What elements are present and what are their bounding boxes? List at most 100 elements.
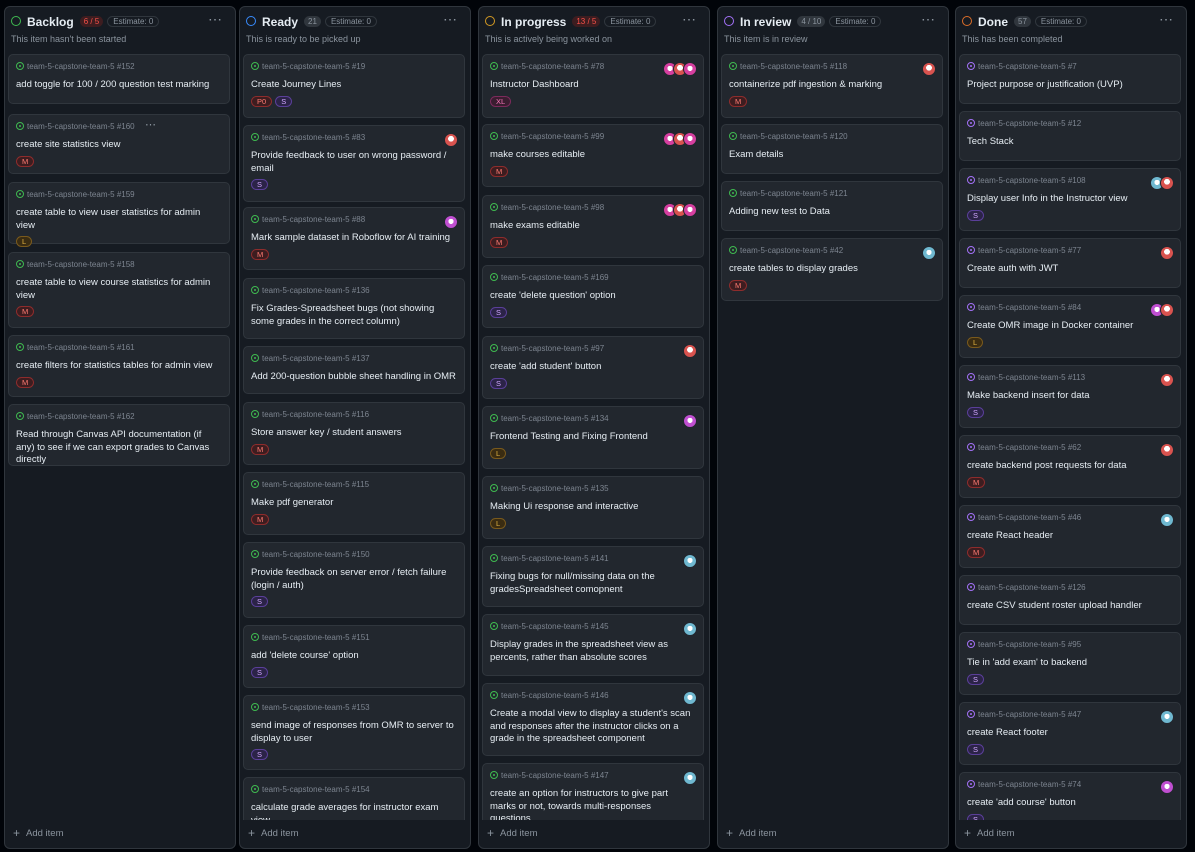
issue-reference[interactable]: team-5-capstone-team-5 #116 (251, 410, 369, 419)
issue-reference[interactable]: team-5-capstone-team-5 #77 (967, 246, 1081, 255)
issue-card[interactable]: team-5-capstone-team-5 #158 create table … (8, 252, 230, 328)
issue-title[interactable]: make courses editable (490, 149, 695, 162)
issue-reference[interactable]: team-5-capstone-team-5 #158 (16, 260, 135, 269)
avatar[interactable] (922, 62, 936, 76)
issue-card[interactable]: team-5-capstone-team-5 #159 create table … (8, 182, 230, 247)
column-options-icon[interactable]: ⋯ (1159, 11, 1174, 28)
label-m[interactable]: M (16, 155, 35, 167)
issue-card[interactable]: team-5-capstone-team-5 #147 create an opt… (482, 763, 704, 820)
issue-title[interactable]: Provide feedback on server error / fetch… (251, 567, 456, 592)
issue-card[interactable]: team-5-capstone-team-5 #88 Mark sample da… (243, 207, 465, 270)
issue-title[interactable]: Display user Info in the Instructor view (967, 193, 1172, 206)
issue-title[interactable]: Create a modal view to display a student… (490, 708, 695, 746)
issue-reference[interactable]: team-5-capstone-team-5 #98 (490, 203, 604, 212)
issue-card[interactable]: team-5-capstone-team-5 #99 make courses e… (482, 124, 704, 187)
issue-reference[interactable]: team-5-capstone-team-5 #19 (251, 62, 365, 71)
issue-card[interactable]: team-5-capstone-team-5 #151 add 'delete c… (243, 625, 465, 688)
avatar[interactable] (1160, 443, 1174, 457)
issue-title[interactable]: Provide feedback to user on wrong passwo… (251, 150, 456, 175)
column-options-icon[interactable]: ⋯ (443, 11, 458, 28)
label-m[interactable]: M (490, 236, 509, 248)
issue-card[interactable]: team-5-capstone-team-5 #115 Make pdf gene… (243, 472, 465, 535)
avatar[interactable] (683, 414, 697, 428)
label-m[interactable]: M (967, 546, 986, 558)
label-m[interactable]: M (967, 476, 986, 488)
issue-title[interactable]: add 'delete course' option (251, 650, 456, 663)
issue-card[interactable]: team-5-capstone-team-5 #121 Adding new te… (721, 181, 943, 231)
label-s[interactable]: S (251, 749, 269, 760)
issue-title[interactable]: Store answer key / student answers (251, 427, 456, 440)
issue-card[interactable]: team-5-capstone-team-5 #154 calculate gra… (243, 777, 465, 820)
issue-card[interactable]: team-5-capstone-team-5 #136 Fix Grades-Sp… (243, 278, 465, 339)
add-item-button[interactable]: + Add item (248, 826, 299, 840)
issue-reference[interactable]: team-5-capstone-team-5 #150 (251, 550, 370, 559)
avatar[interactable] (444, 215, 458, 229)
issue-title[interactable]: create filters for statistics tables for… (16, 360, 221, 373)
issue-title[interactable]: create backend post requests for data (967, 460, 1172, 473)
issue-reference[interactable]: team-5-capstone-team-5 #152 (16, 62, 135, 71)
issue-title[interactable]: Instructor Dashboard (490, 79, 695, 92)
issue-card[interactable]: team-5-capstone-team-5 #7 Project purpose… (959, 54, 1181, 104)
issue-card[interactable]: team-5-capstone-team-5 #118 containerize … (721, 54, 943, 118)
label-s[interactable]: S (490, 377, 508, 389)
label-m[interactable]: M (251, 443, 270, 455)
issue-card[interactable]: team-5-capstone-team-5 #120 Exam details (721, 124, 943, 174)
label-s[interactable]: S (967, 406, 985, 418)
issue-reference[interactable]: team-5-capstone-team-5 #95 (967, 640, 1081, 649)
issue-card[interactable]: team-5-capstone-team-5 #84 Create OMR ima… (959, 295, 1181, 358)
issue-reference[interactable]: team-5-capstone-team-5 #154 (251, 785, 370, 794)
label-m[interactable]: M (729, 279, 748, 291)
issue-card[interactable]: team-5-capstone-team-5 #145 Display grade… (482, 614, 704, 676)
issue-card[interactable]: team-5-capstone-team-5 #108 Display user … (959, 168, 1181, 231)
issue-card[interactable]: team-5-capstone-team-5 #141 Fixing bugs f… (482, 546, 704, 607)
issue-reference[interactable]: team-5-capstone-team-5 #47 (967, 710, 1081, 719)
issue-title[interactable]: create 'add student' button (490, 361, 695, 374)
issue-reference[interactable]: team-5-capstone-team-5 #161 (16, 343, 135, 352)
issue-reference[interactable]: team-5-capstone-team-5 #97 (490, 344, 604, 353)
issue-card[interactable]: team-5-capstone-team-5 #113 Make backend … (959, 365, 1181, 428)
avatar[interactable] (1160, 176, 1174, 190)
issue-card[interactable]: team-5-capstone-team-5 #126 create CSV st… (959, 575, 1181, 625)
issue-reference[interactable]: team-5-capstone-team-5 #99 (490, 132, 604, 141)
issue-card[interactable]: team-5-capstone-team-5 #46 create React h… (959, 505, 1181, 568)
issue-card[interactable]: team-5-capstone-team-5 #97 create 'add st… (482, 336, 704, 399)
issue-title[interactable]: Add 200-question bubble sheet handling i… (251, 371, 456, 384)
issue-reference[interactable]: team-5-capstone-team-5 #126 (967, 583, 1086, 592)
label-p0[interactable]: P0 (251, 95, 273, 107)
issue-title[interactable]: containerize pdf ingestion & marking (729, 79, 934, 92)
issue-reference[interactable]: team-5-capstone-team-5 #12 (967, 119, 1081, 128)
issue-card[interactable]: team-5-capstone-team-5 #62 create backend… (959, 435, 1181, 498)
issue-title[interactable]: create site statistics view (16, 139, 221, 152)
label-s[interactable]: S (490, 306, 508, 318)
avatar[interactable] (1160, 303, 1174, 317)
issue-card[interactable]: team-5-capstone-team-5 #162 Read through … (8, 404, 230, 466)
issue-card[interactable]: team-5-capstone-team-5 #83 Provide feedba… (243, 125, 465, 202)
avatar[interactable] (683, 554, 697, 568)
issue-reference[interactable]: team-5-capstone-team-5 #151 (251, 633, 370, 642)
avatar[interactable] (1160, 780, 1174, 794)
issue-title[interactable]: Create Journey Lines (251, 79, 456, 92)
issue-card[interactable]: team-5-capstone-team-5 #146 Create a moda… (482, 683, 704, 756)
issue-reference[interactable]: team-5-capstone-team-5 #169 (490, 273, 609, 282)
avatar[interactable] (1160, 513, 1174, 527)
issue-reference[interactable]: team-5-capstone-team-5 #136 (251, 286, 370, 295)
issue-card[interactable]: team-5-capstone-team-5 #47 create React f… (959, 702, 1181, 765)
issue-reference[interactable]: team-5-capstone-team-5 #159 (16, 190, 135, 199)
issue-card[interactable]: team-5-capstone-team-5 #42 create tables … (721, 238, 943, 301)
issue-title[interactable]: Fixing bugs for null/missing data on the… (490, 571, 695, 596)
issue-card[interactable]: team-5-capstone-team-5 #150 Provide feedb… (243, 542, 465, 618)
issue-title[interactable]: Read through Canvas API documentation (i… (16, 429, 221, 467)
label-s[interactable]: S (275, 95, 293, 107)
label-l[interactable]: L (490, 447, 507, 459)
issue-card[interactable]: team-5-capstone-team-5 #95 Tie in 'add ex… (959, 632, 1181, 695)
issue-reference[interactable]: team-5-capstone-team-5 #146 (490, 691, 609, 700)
avatar[interactable] (444, 133, 458, 147)
issue-title[interactable]: Create OMR image in Docker container (967, 320, 1172, 333)
label-s[interactable]: S (967, 209, 985, 221)
issue-title[interactable]: make exams editable (490, 220, 695, 233)
issue-title[interactable]: add toggle for 100 / 200 question test m… (16, 79, 221, 92)
issue-reference[interactable]: team-5-capstone-team-5 #7 (967, 62, 1077, 71)
issue-title[interactable]: create table to view user statistics for… (16, 207, 221, 232)
column-options-icon[interactable]: ⋯ (682, 11, 697, 28)
add-item-button[interactable]: + Add item (964, 826, 1015, 840)
